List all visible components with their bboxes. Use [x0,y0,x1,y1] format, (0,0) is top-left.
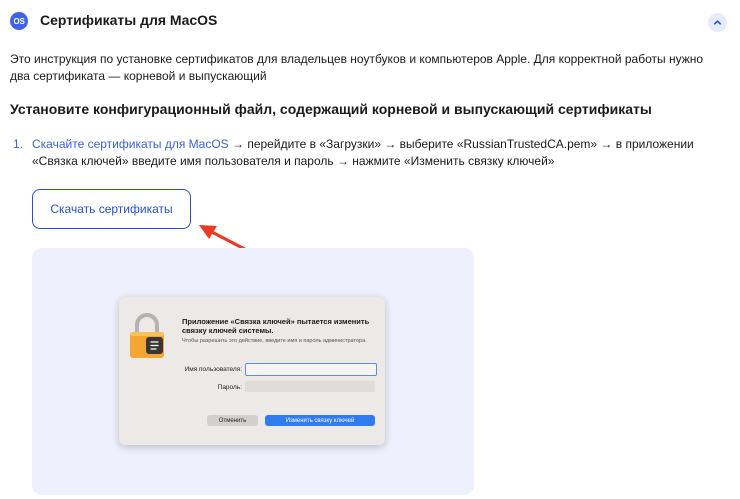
step-number: 1. [13,137,24,151]
download-link[interactable]: Скачайте сертификаты для MacOS [32,137,229,151]
dialog-subtitle: Чтобы разрешить это действие, введите им… [182,338,367,344]
dialog-title: Приложение «Связка ключей» пытается изме… [182,317,370,335]
download-certificates-button[interactable]: Скачать сертификаты [32,189,191,229]
change-keychain-button[interactable]: Изменить связку ключей [265,415,375,426]
chevron-up-icon [713,20,722,25]
keychain-dialog: Приложение «Связка ключей» пытается изме… [119,297,385,445]
username-label: Имя пользователя: [184,366,242,373]
section-heading: Установите конфигурационный файл, содерж… [10,101,652,117]
collapse-button[interactable] [708,13,727,32]
password-field[interactable] [245,381,375,392]
intro-text: Это инструкция по установке сертификатов… [10,52,704,83]
cancel-button[interactable]: Отменить [207,415,258,426]
password-label: Пароль: [217,384,242,391]
accordion-title: Сертификаты для MacOS [40,12,218,28]
username-field[interactable] [245,363,377,376]
step-text: Скачайте сертификаты для MacOS → перейди… [32,136,725,170]
step-item: 1. Скачайте сертификаты для MacOS → пере… [10,136,725,170]
lock-icon [130,313,164,358]
macos-icon: OS [10,12,28,30]
accordion-header[interactable]: OS Сертификаты для MacOS [0,0,740,42]
